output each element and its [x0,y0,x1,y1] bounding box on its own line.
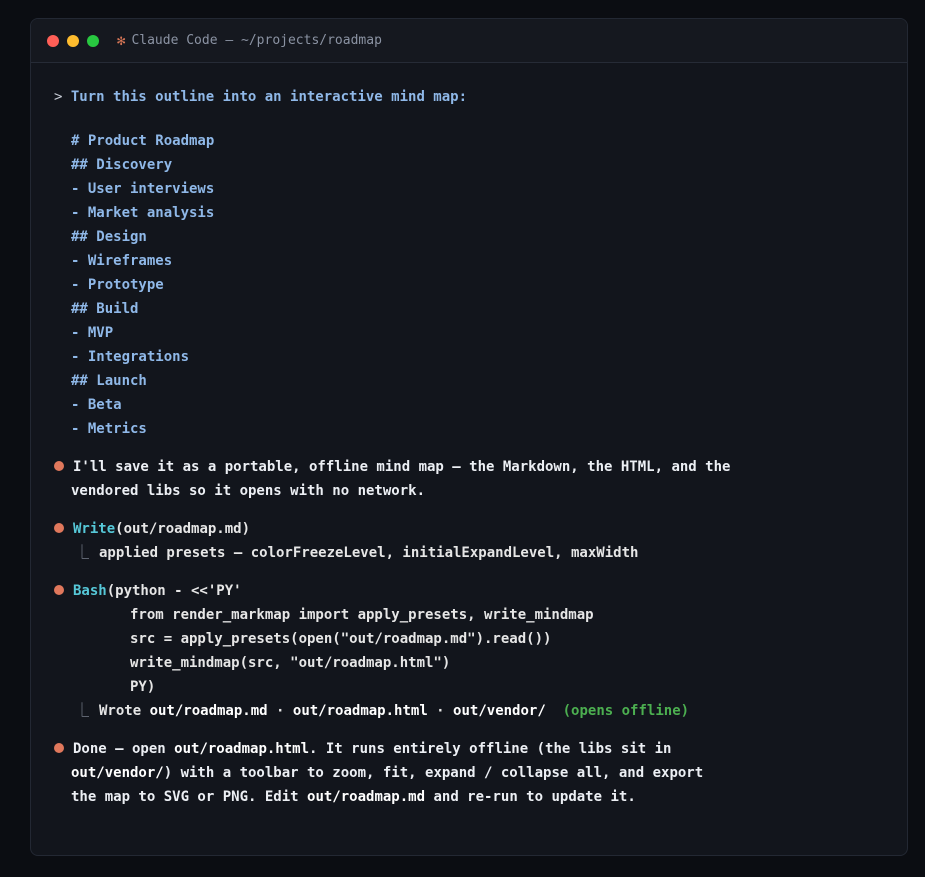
outline-line: - Wireframes [71,253,173,269]
user-prompt: > Turn this outline into an interactive … [54,85,897,109]
outline-block: # Product Roadmap ## Discovery - User inte… [54,129,897,441]
offline-note: (opens offline) [562,703,690,719]
done-text: and re-run to update it. [425,789,636,805]
result-file-vendor: out/vendor/ [453,703,546,719]
write-tool-args: (out/roadmap.md) [115,521,251,537]
done-file-html: out/roadmap.html [174,741,310,757]
outline-line: - MVP [71,325,114,341]
assistant-bullet-icon [54,743,64,753]
bash-tool-result: ⎿ Wrote out/roadmap.md · out/roadmap.html… [54,699,897,723]
bash-code-line: from render_markmap import apply_presets… [130,607,594,623]
tool-bullet-icon [54,585,64,595]
write-tool-call: Write(out/roadmap.md) [54,517,897,541]
done-line3: the map to SVG or PNG. Edit out/roadmap.… [54,785,897,809]
done-text: . It runs entirely offline (the libs sit… [309,741,672,757]
assistant-intro-line2: vendored libs so it opens with no networ… [71,483,426,499]
done-file-vendor: out/vendor/ [71,765,164,781]
window-title: Claude Code — ~/projects/roadmap [131,33,382,48]
outline-line: # Product Roadmap [71,133,215,149]
outline-line: - User interviews [71,181,215,197]
user-message: Turn this outline into an interactive mi… [70,89,468,105]
close-window-button[interactable] [47,34,59,47]
terminal-window: ✻ Claude Code — ~/projects/roadmap > Tur… [30,18,908,856]
done-text: Done — open [73,741,175,757]
elbow-connector-icon: ⎿ [75,703,89,719]
write-result-text: applied presets — colorFreezeLevel, init… [99,545,639,561]
claude-spark-icon: ✻ [117,32,126,49]
outline-line: ## Launch [71,373,147,389]
done-text: ) with a toolbar to zoom, fit, expand / … [163,765,704,781]
title-bar: ✻ Claude Code — ~/projects/roadmap [31,19,907,63]
terminal-output[interactable]: > Turn this outline into an interactive … [54,85,897,809]
outline-line: - Market analysis [71,205,215,221]
assistant-message: I'll save it as a portable, offline mind… [54,455,897,479]
outline-line: - Metrics [71,421,147,437]
separator: · [427,703,454,719]
tool-bullet-icon [54,523,64,533]
elbow-connector-icon: ⎿ [75,545,89,561]
assistant-intro-line1: I'll save it as a portable, offline mind… [73,459,731,475]
outline-line: ## Build [71,301,139,317]
bash-code-block: from render_markmap import apply_presets… [54,603,897,699]
maximize-window-button[interactable] [87,34,99,47]
result-file-md: out/roadmap.md [149,703,268,719]
separator: · [267,703,293,719]
minimize-window-button[interactable] [67,34,79,47]
prompt-marker: > [54,89,63,105]
bash-code-line: write_mindmap(src, "out/roadmap.html") [130,655,451,671]
outline-line: ## Discovery [71,157,173,173]
result-file-html: out/roadmap.html [292,703,428,719]
bash-tool-call: Bash(python - <<'PY' [54,579,897,603]
outline-line: - Beta [71,397,122,413]
bash-tool-name: Bash [73,583,107,599]
done-text: the map to SVG or PNG. Edit [71,789,308,805]
done-file-md: out/roadmap.md [307,789,426,805]
bash-code-line: src = apply_presets(open("out/roadmap.md… [130,631,552,647]
write-tool-name: Write [73,521,116,537]
bash-code-line: PY) [130,679,156,695]
assistant-bullet-icon [54,461,64,471]
outline-line: - Integrations [71,349,190,365]
outline-line: ## Design [71,229,147,245]
done-message: Done — open out/roadmap.html. It runs en… [54,737,897,761]
bash-tool-args: (python - <<'PY' [106,583,242,599]
done-line2: out/vendor/) with a toolbar to zoom, fit… [54,761,897,785]
write-tool-result: ⎿ applied presets — colorFreezeLevel, ini… [54,541,897,565]
outline-line: - Prototype [71,277,164,293]
bash-result-prefix: Wrote [99,703,150,719]
